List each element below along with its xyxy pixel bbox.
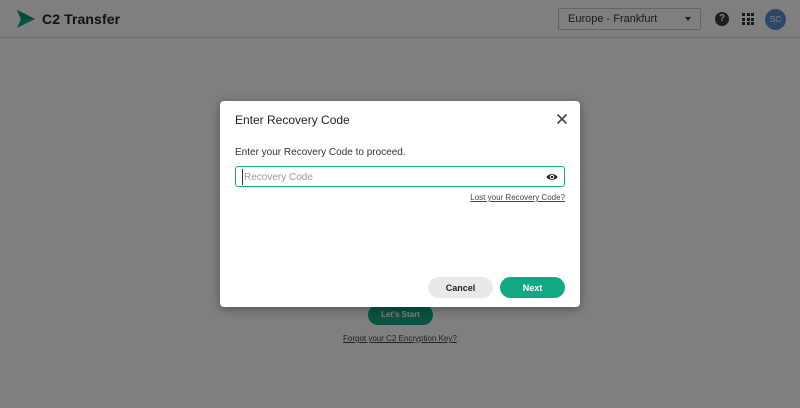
recovery-code-dialog: Enter Recovery Code Enter your Recovery … (220, 101, 580, 307)
recovery-code-field (235, 166, 565, 187)
close-icon[interactable] (556, 113, 568, 125)
next-button[interactable]: Next (500, 277, 565, 298)
eye-icon[interactable] (546, 172, 558, 182)
cancel-button[interactable]: Cancel (428, 277, 493, 298)
dialog-prompt: Enter your Recovery Code to proceed. (235, 147, 406, 158)
lost-recovery-code-link[interactable]: Lost your Recovery Code? (470, 193, 565, 202)
dialog-title: Enter Recovery Code (235, 113, 350, 127)
recovery-code-input[interactable] (242, 169, 542, 185)
